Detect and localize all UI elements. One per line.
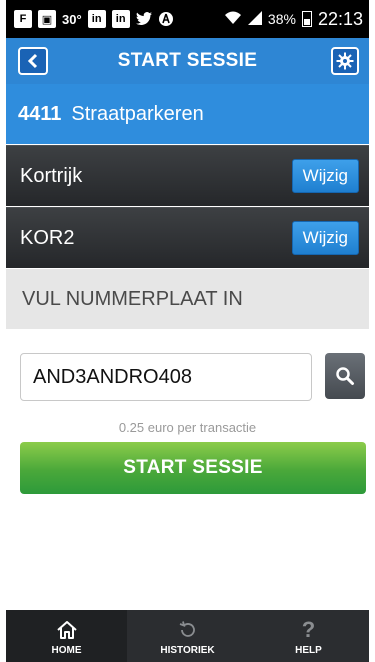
wifi-icon <box>224 10 242 29</box>
fee-text: 0.25 euro per transactie <box>118 420 257 435</box>
zone-name: Straatparkeren <box>71 102 204 125</box>
temperature-icon: 30° <box>62 11 82 27</box>
battery-icon <box>301 11 312 27</box>
status-bar: F ▣ 30° in in 38% 22:13 <box>6 0 369 38</box>
gallery-icon: ▣ <box>38 10 56 28</box>
battery-percentage: 38% <box>267 11 296 27</box>
start-session-button[interactable]: START SESSIE <box>20 442 366 494</box>
area-code-label: KOR2 <box>20 226 75 249</box>
change-city-button[interactable]: Wijzig <box>291 159 359 193</box>
license-plate-input[interactable] <box>20 353 312 401</box>
header-bar: START SESSIE <box>6 38 369 84</box>
parking-zone: 4411 Straatparkeren <box>6 84 369 144</box>
app-screen: F ▣ 30° in in 38% 22:13 START SESSIE 441… <box>6 0 369 662</box>
city-label: Kortrijk <box>20 164 83 187</box>
home-icon <box>56 617 78 643</box>
search-button[interactable] <box>325 353 365 399</box>
section-header: VUL NUMMERPLAAT IN <box>6 269 369 329</box>
nav-home-label: HOME <box>51 644 82 656</box>
nav-home[interactable]: HOME <box>6 610 127 662</box>
linkedin-icon: in <box>87 10 106 28</box>
page-title: START SESSIE <box>117 50 258 71</box>
nav-history[interactable]: HISTORIEK <box>127 610 248 662</box>
nav-help[interactable]: ? HELP <box>248 610 369 662</box>
nav-history-label: HISTORIEK <box>160 644 215 656</box>
bottom-navigation: HOME HISTORIEK ? HELP <box>6 610 369 662</box>
notification-icons: F ▣ 30° in in <box>14 10 174 28</box>
flipboard-icon: F <box>14 10 32 28</box>
search-icon <box>336 367 354 385</box>
clock: 22:13 <box>317 8 363 29</box>
signal-icon <box>247 10 262 28</box>
back-button[interactable] <box>18 47 48 75</box>
gear-icon <box>336 52 354 70</box>
nav-help-label: HELP <box>295 644 322 656</box>
chevron-left-icon <box>27 53 38 69</box>
twitter-icon <box>135 10 152 28</box>
linkedin-icon: in <box>111 10 130 28</box>
city-row: Kortrijk Wijzig <box>6 145 369 206</box>
change-area-code-button[interactable]: Wijzig <box>291 221 359 255</box>
history-icon <box>178 617 198 643</box>
status-right: 38% 22:13 <box>224 9 363 30</box>
zone-code: 4411 <box>18 102 62 125</box>
help-icon: ? <box>301 616 316 642</box>
app-icon <box>158 10 174 28</box>
area-code-row: KOR2 Wijzig <box>6 207 369 268</box>
settings-button[interactable] <box>331 47 359 75</box>
